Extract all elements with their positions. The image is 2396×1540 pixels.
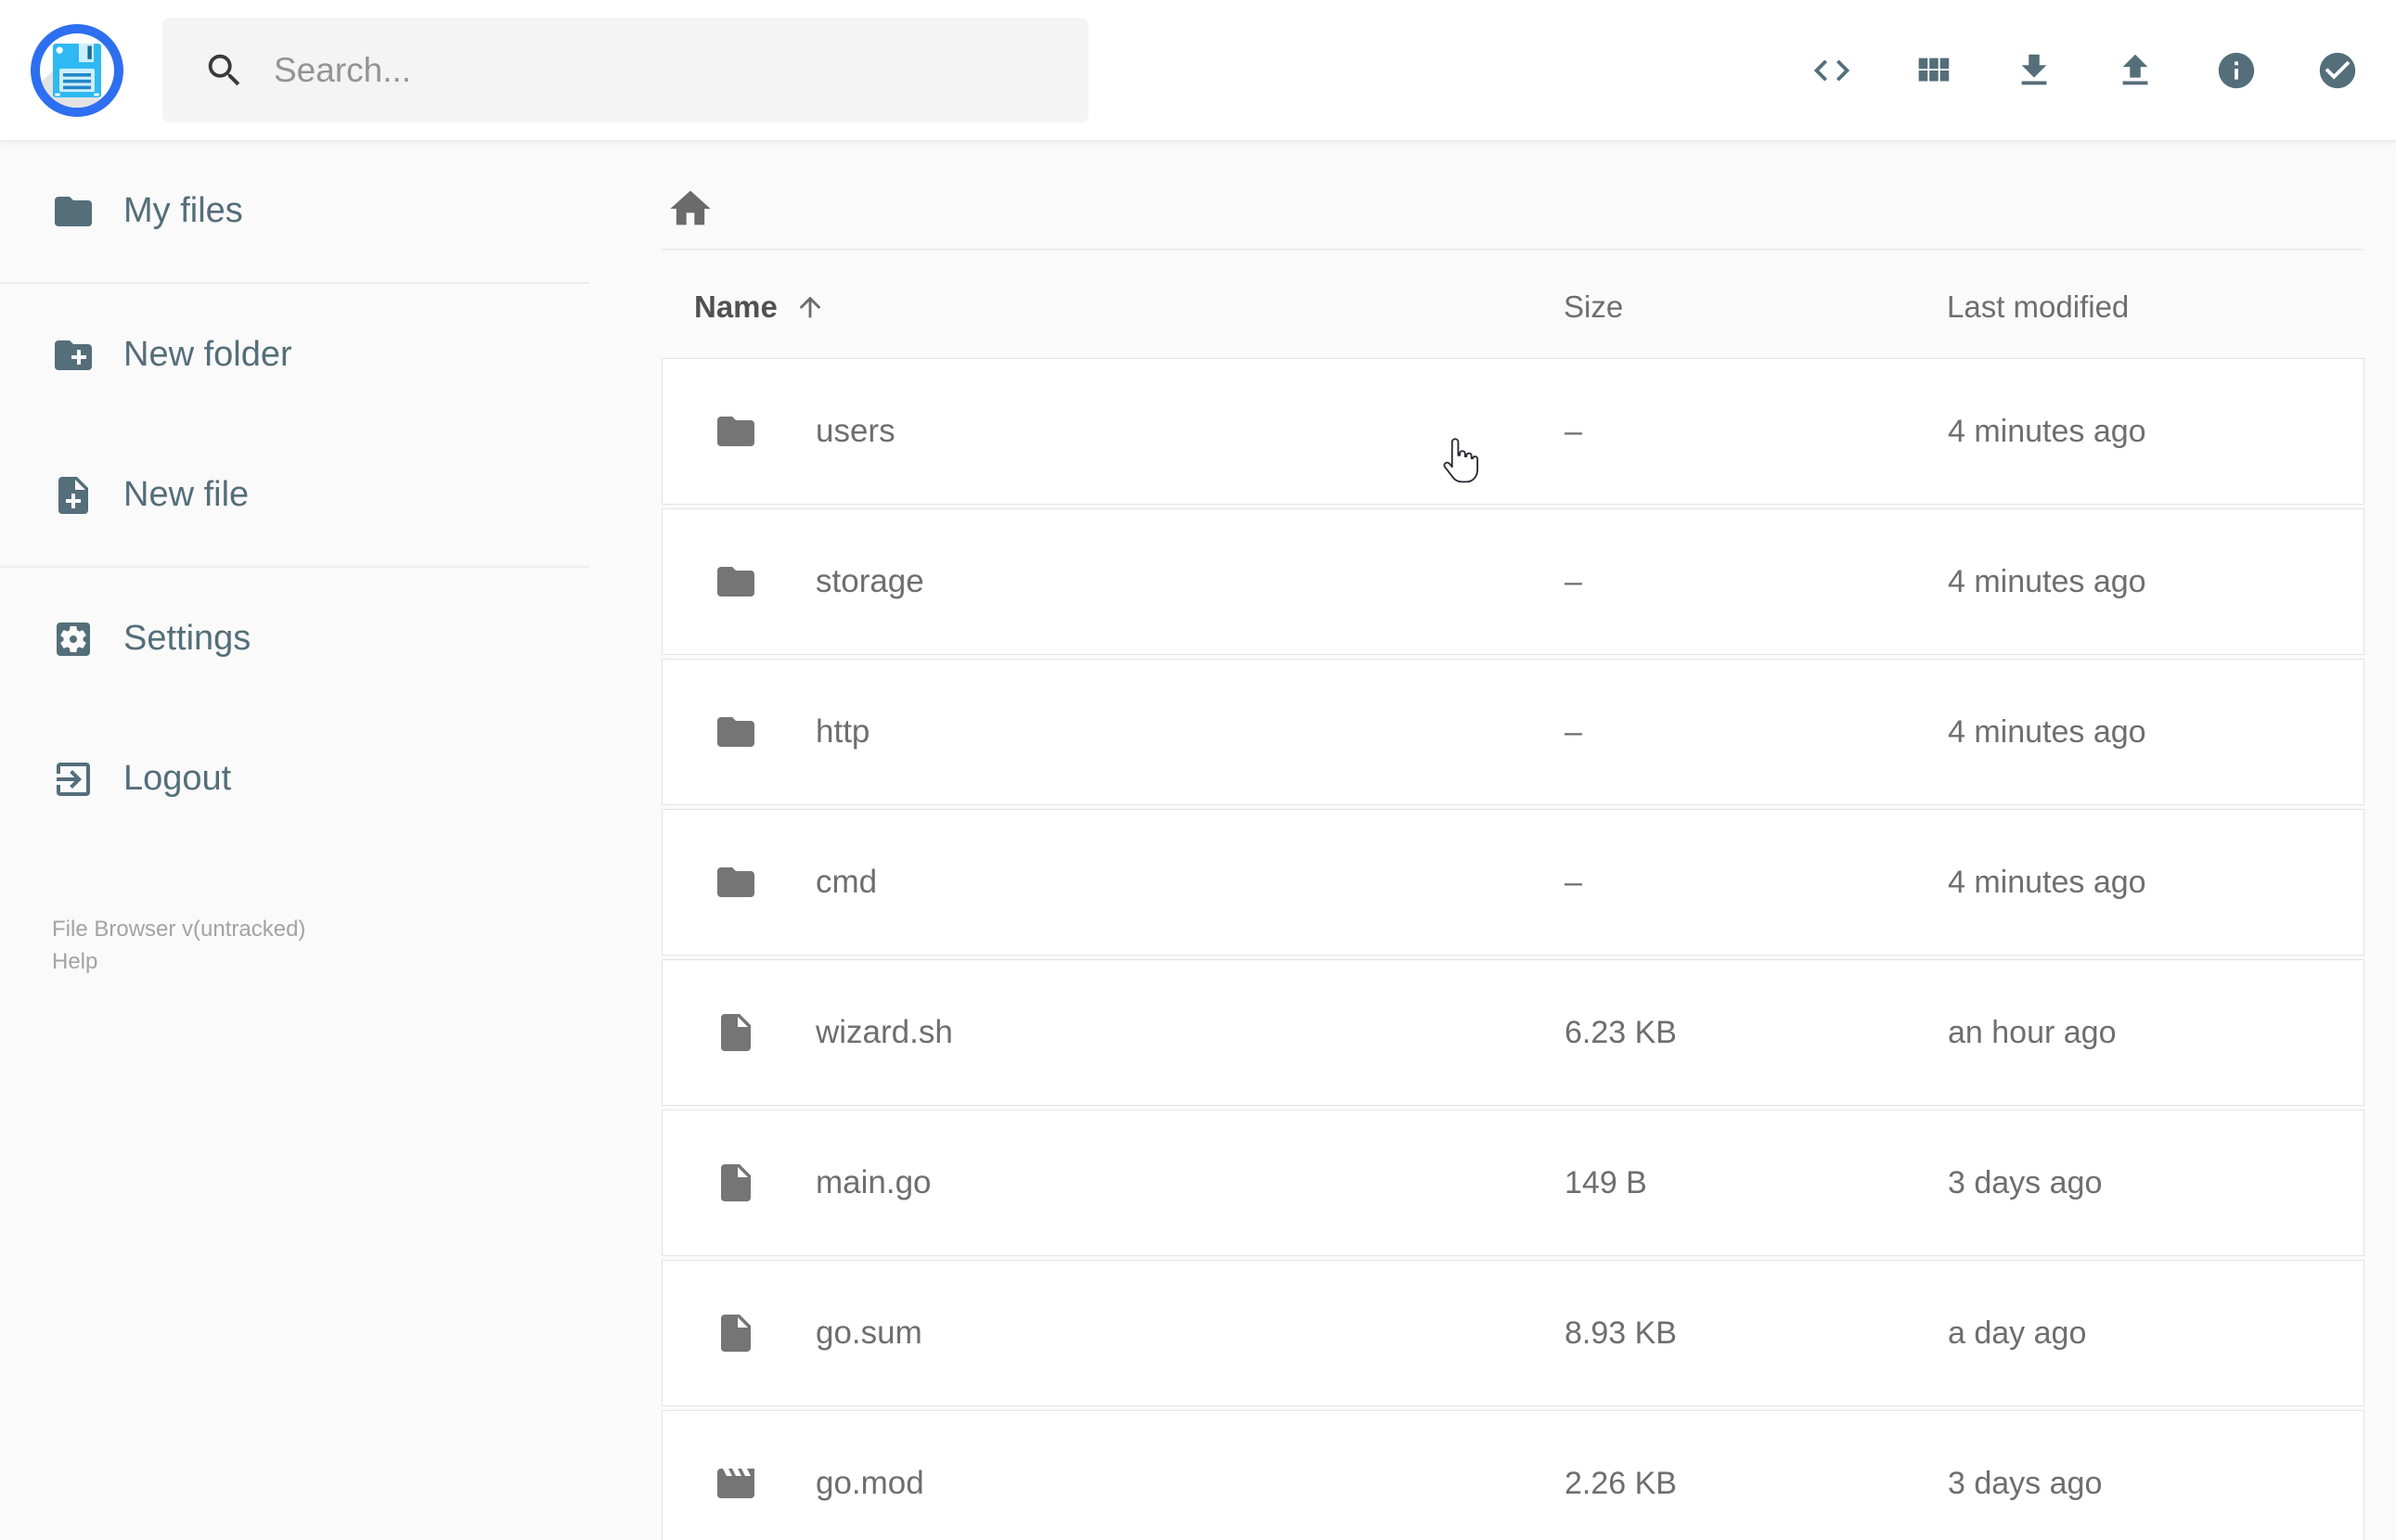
file-name: go.sum — [816, 1315, 922, 1351]
raw-view-button[interactable] — [1810, 49, 1853, 92]
download-button[interactable] — [2013, 49, 2055, 92]
home-icon — [670, 190, 711, 225]
code-icon — [1813, 59, 1850, 81]
download-icon — [2021, 54, 2047, 84]
sidebar-divider — [0, 282, 589, 284]
table-row-wizard.sh[interactable]: wizard.sh 6.23 KB an hour ago — [662, 959, 2364, 1106]
file-size: 8.93 KB — [1565, 1315, 1677, 1351]
upload-button[interactable] — [2114, 49, 2157, 92]
listing-column-headers: Name Size Last modified — [662, 250, 2364, 358]
home-button[interactable] — [662, 180, 719, 237]
info-button[interactable] — [2215, 49, 2258, 92]
table-row-go.sum[interactable]: go.sum 8.93 KB a day ago — [662, 1260, 2364, 1406]
file-size: – — [1565, 413, 1582, 449]
info-icon — [2218, 52, 2255, 88]
check-circle-icon — [2319, 52, 2356, 88]
settings-icon — [57, 622, 90, 656]
file-size: – — [1565, 563, 1582, 599]
sidebar-item-label: My files — [123, 191, 243, 230]
file-name: cmd — [816, 864, 878, 900]
file-icon — [714, 1010, 758, 1055]
sidebar-item-new-folder[interactable]: New folder — [0, 285, 589, 425]
table-row-main.go[interactable]: main.go 149 B 3 days ago — [662, 1110, 2364, 1256]
sidebar-item-label: Settings — [123, 619, 251, 658]
file-name: users — [816, 413, 895, 449]
file-modified: 4 minutes ago — [1948, 563, 2146, 599]
file-icon — [714, 1161, 758, 1205]
sidebar-item-new-file[interactable]: New file — [0, 425, 589, 565]
listing-rows: users – 4 minutes ago storage – 4 minute… — [662, 358, 2364, 1540]
sidebar-item-label: New folder — [123, 335, 292, 374]
movie-icon — [714, 1461, 758, 1506]
upload-icon — [2122, 54, 2148, 84]
table-row-storage[interactable]: storage – 4 minutes ago — [662, 508, 2364, 655]
file-modified: a day ago — [1948, 1315, 2087, 1351]
breadcrumb — [589, 141, 2396, 249]
sidebar-divider — [0, 566, 589, 568]
file-modified: an hour ago — [1948, 1014, 2117, 1050]
logout-icon — [57, 762, 90, 796]
file-modified: 3 days ago — [1948, 1164, 2103, 1200]
file-size: 149 B — [1565, 1164, 1647, 1200]
table-row-http[interactable]: http – 4 minutes ago — [662, 659, 2364, 805]
sidebar-item-my-files[interactable]: My files — [0, 141, 589, 281]
file-modified: 4 minutes ago — [1948, 864, 2146, 900]
table-row-cmd[interactable]: cmd – 4 minutes ago — [662, 809, 2364, 956]
file-name: http — [816, 713, 870, 750]
table-row-go.mod[interactable]: go.mod 2.26 KB 3 days ago — [662, 1410, 2364, 1540]
sidebar-item-settings[interactable]: Settings — [0, 569, 589, 709]
folder-icon — [714, 409, 758, 454]
file-icon — [714, 1311, 758, 1355]
folder-icon — [714, 710, 758, 754]
select-multiple-button[interactable] — [2316, 49, 2359, 92]
sidebar: My files New folder New file Settings Lo… — [0, 141, 589, 1540]
file-size: 2.26 KB — [1565, 1465, 1677, 1501]
folder-icon — [55, 196, 92, 226]
file-name: wizard.sh — [816, 1014, 953, 1050]
file-size: – — [1565, 864, 1582, 900]
search-input[interactable]: Search... — [162, 18, 1089, 122]
search-placeholder: Search... — [274, 50, 412, 89]
grid-view-icon — [1918, 58, 1950, 81]
switch-view-button[interactable] — [1912, 49, 1954, 92]
file-size: 6.23 KB — [1565, 1014, 1677, 1050]
sidebar-credits: File Browser v(untracked) Help — [52, 913, 305, 978]
new-folder-icon — [55, 340, 92, 370]
floppy-disk-icon — [53, 43, 101, 97]
file-name: go.mod — [816, 1465, 924, 1501]
folder-icon — [714, 860, 758, 905]
help-link[interactable]: Help — [52, 945, 97, 978]
file-browser-logo[interactable] — [31, 23, 123, 117]
sidebar-item-logout[interactable]: Logout — [0, 709, 589, 849]
column-header-name[interactable]: Name — [662, 289, 1564, 325]
top-bar: Search... — [0, 0, 2396, 141]
file-modified: 3 days ago — [1948, 1465, 2103, 1501]
sidebar-item-label: Logout — [123, 759, 232, 798]
sort-ascending-icon — [799, 296, 821, 318]
file-size: – — [1565, 713, 1582, 750]
folder-icon — [714, 559, 758, 604]
sidebar-item-label: New file — [123, 475, 250, 514]
header-actions — [1810, 49, 2359, 92]
file-modified: 4 minutes ago — [1948, 413, 2146, 449]
column-header-modified[interactable]: Last modified — [1947, 289, 2364, 325]
file-modified: 4 minutes ago — [1948, 713, 2146, 750]
table-row-users[interactable]: users – 4 minutes ago — [662, 358, 2364, 505]
new-file-icon — [58, 476, 88, 514]
app-version-text: File Browser v(untracked) — [52, 917, 306, 942]
search-icon — [208, 54, 240, 85]
column-header-size[interactable]: Size — [1564, 289, 1947, 325]
file-name: main.go — [816, 1164, 932, 1200]
listing: Name Size Last modified users – 4 minute… — [662, 250, 2364, 1540]
file-name: storage — [816, 563, 924, 599]
file-listing-area: Name Size Last modified users – 4 minute… — [589, 141, 2396, 1540]
